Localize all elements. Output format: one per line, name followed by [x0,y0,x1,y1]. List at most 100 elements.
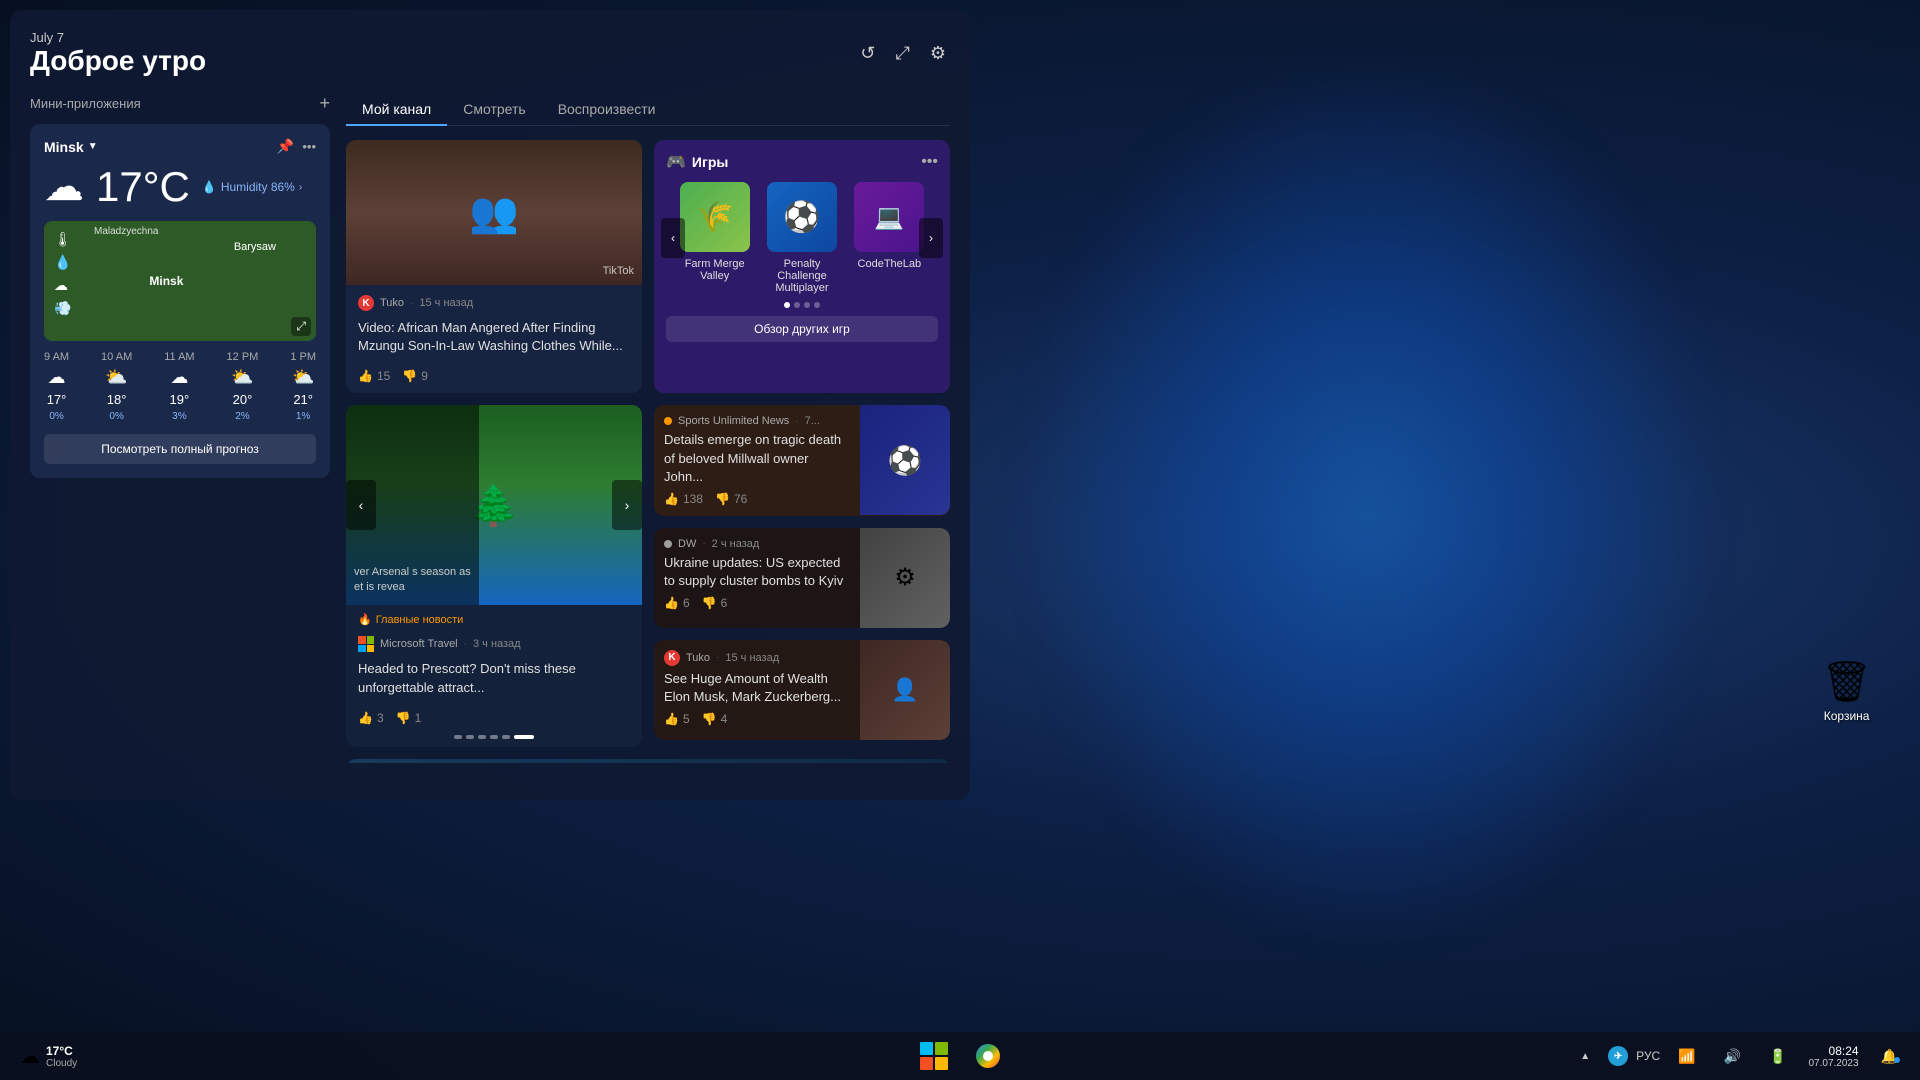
sports-like-count: 138 [683,492,703,506]
taskbar-date: 07.07.2023 [1809,1058,1859,1069]
recycle-bin[interactable]: 🗑 Корзина [1813,650,1880,731]
map-label-barysaw: Barysaw [234,241,276,253]
hour-12pm-temp: 20° [233,392,253,407]
tuko2-source-row: K Tuko · 15 ч назад [664,650,850,670]
battery-button[interactable]: 🔋 [1759,1042,1796,1071]
game-thumb-penalty: ⚽ [767,182,837,252]
taskbar-time: 08:24 [1809,1044,1859,1058]
sports-body: Sports Unlimited News · 7... Details eme… [654,405,860,516]
refresh-button[interactable]: ↺ [856,39,879,68]
slide-dot-2 [466,735,474,739]
carousel-next-button[interactable]: › [612,480,642,530]
recycle-bin-icon: 🗑 [1821,658,1872,705]
taskbar-clock[interactable]: 08:24 07.07.2023 [1809,1044,1859,1069]
article-dw[interactable]: DW · 2 ч назад Ukraine updates: US expec… [654,528,950,628]
sports-source-name: Sports Unlimited News [678,415,789,427]
carousel-article[interactable]: 🌲 ‹ › ver Arsenal s season as et is reve… [346,405,642,746]
volume-button[interactable]: 🔊 [1714,1042,1751,1071]
hour-9am: 9 AM ☁ 17° 0% [44,351,69,422]
carousel-prev-button[interactable]: ‹ [346,480,376,530]
chrome-inner [983,1051,993,1061]
browser-button[interactable] [966,1038,1010,1074]
games-other-button[interactable]: Обзор других игр [666,316,938,342]
dw-body: DW · 2 ч назад Ukraine updates: US expec… [654,528,860,628]
article-image-container: 👥 TikTok [346,140,642,285]
weather-temperature: 17°C [96,163,190,211]
hour-11am-label: 11 AM [164,351,194,363]
taskbar-weather-info: 17°C Cloudy [46,1044,77,1069]
hour-11am-precip: 3% [172,411,186,422]
games-dots [666,302,938,308]
panel-body: Мини-приложения + Minsk ▼ 📌 ••• ☁ [30,93,950,763]
slide-dots [346,735,642,747]
hour-10am-precip: 0% [109,411,123,422]
hour-1pm-icon: ⛅ [292,367,314,388]
hour-11am-icon: ☁ [170,367,188,388]
source-time: 15 ч назад [419,297,473,309]
article-image: 👥 [346,140,642,285]
right-column: Мой канал Смотреть Воспроизвести 👥 TikTo… [346,93,950,763]
windows-logo [920,1042,948,1070]
dw-source-time: 2 ч назад [712,538,760,550]
hour-10am-temp: 18° [107,392,127,407]
game-farm-merge[interactable]: 🌾 Farm Merge Valley [676,182,753,294]
expand-button[interactable]: ⤢ [891,39,913,68]
dw-dislike-count: 6 [721,596,728,610]
tab-my-channel[interactable]: Мой канал [346,93,447,125]
like-icon: 👍 [664,712,679,726]
games-dot-1 [784,302,790,308]
telegram-icon[interactable]: ✈ [1608,1046,1628,1066]
settings-button[interactable]: ⚙ [926,39,950,68]
panel-actions: ↺ ⤢ ⚙ [856,39,950,68]
humidity-value: Humidity 86% [221,180,295,194]
game-codethelab[interactable]: 💻 CodeTheLab [851,182,928,294]
games-next-button[interactable]: › [919,218,943,258]
game-penalty[interactable]: ⚽ Penalty Challenge Multiplayer [763,182,840,294]
like-icon: 👍 [358,369,373,383]
full-forecast-button[interactable]: Посмотреть полный прогноз [44,434,316,464]
feed-content: 👥 TikTok K Tuko · 15 ч назад Video: Afri… [346,140,950,763]
map-expand-button[interactable]: ⤢ [291,317,311,336]
weather-humidity[interactable]: 💧 Humidity 86% › [202,180,302,194]
weather-location[interactable]: Minsk ▼ [44,139,98,155]
add-mini-app-button[interactable]: + [319,93,330,114]
hour-9am-label: 9 AM [44,351,69,363]
language-indicator[interactable]: РУС [1636,1049,1660,1063]
hour-1pm-temp: 21° [293,392,313,407]
taskbar-weather[interactable]: ☁ 17°C Cloudy [12,1040,85,1073]
games-more-button[interactable]: ••• [921,153,938,171]
pin-button[interactable]: 📌 [277,138,294,155]
system-icons: ▲ ✈ РУС 📶 🔊 🔋 [1570,1042,1796,1071]
location-name: Minsk [44,139,84,155]
hour-10am: 10 AM ⛅ 18° 0% [101,351,132,422]
game-name-penalty: Penalty Challenge Multiplayer [763,258,840,294]
tab-play[interactable]: Воспроизвести [542,93,672,125]
sports-dislikes: 👎 76 [715,492,747,506]
slide-dot-3 [478,735,486,739]
weather-more-button[interactable]: ••• [302,139,316,154]
volume-icon: 🔊 [1724,1048,1741,1065]
article-sports[interactable]: Sports Unlimited News · 7... Details eme… [654,405,950,516]
travel-likes: 👍 3 [358,711,384,725]
start-button[interactable] [910,1036,958,1076]
source-logo-tuko2: K [664,650,680,666]
dislike-icon: 👎 [715,492,730,506]
notification-dot [1894,1057,1900,1063]
source-logo-tuko: K [358,295,374,311]
wifi-button[interactable]: 📶 [1668,1042,1705,1071]
notification-center-button[interactable]: 🔔 [1871,1042,1908,1071]
games-prev-button[interactable]: ‹ [661,218,685,258]
show-hidden-icons-button[interactable]: ▲ [1570,1045,1600,1068]
tuko2-body: K Tuko · 15 ч назад See Huge Amount of W… [654,640,860,740]
weather-map[interactable]: 🌡 💧 ☁ 💨 Maladzyechna Barysaw Minsk ⤢ [44,221,316,341]
dislike-icon: 👎 [402,369,417,383]
games-header: 🎮 Игры ••• [666,152,938,172]
games-dot-4 [814,302,820,308]
hour-1pm-label: 1 PM [290,351,316,363]
article-tuko2[interactable]: K Tuko · 15 ч назад See Huge Amount of W… [654,640,950,740]
hour-12pm: 12 PM ⛅ 20° 2% [227,351,259,422]
taskbar-center [910,1036,1010,1076]
games-card: 🎮 Игры ••• ‹ 🌾 Farm Merge Valley [654,140,950,393]
tab-watch[interactable]: Смотреть [447,93,541,125]
article-tuko-featured[interactable]: 👥 TikTok K Tuko · 15 ч назад Video: Afri… [346,140,642,393]
